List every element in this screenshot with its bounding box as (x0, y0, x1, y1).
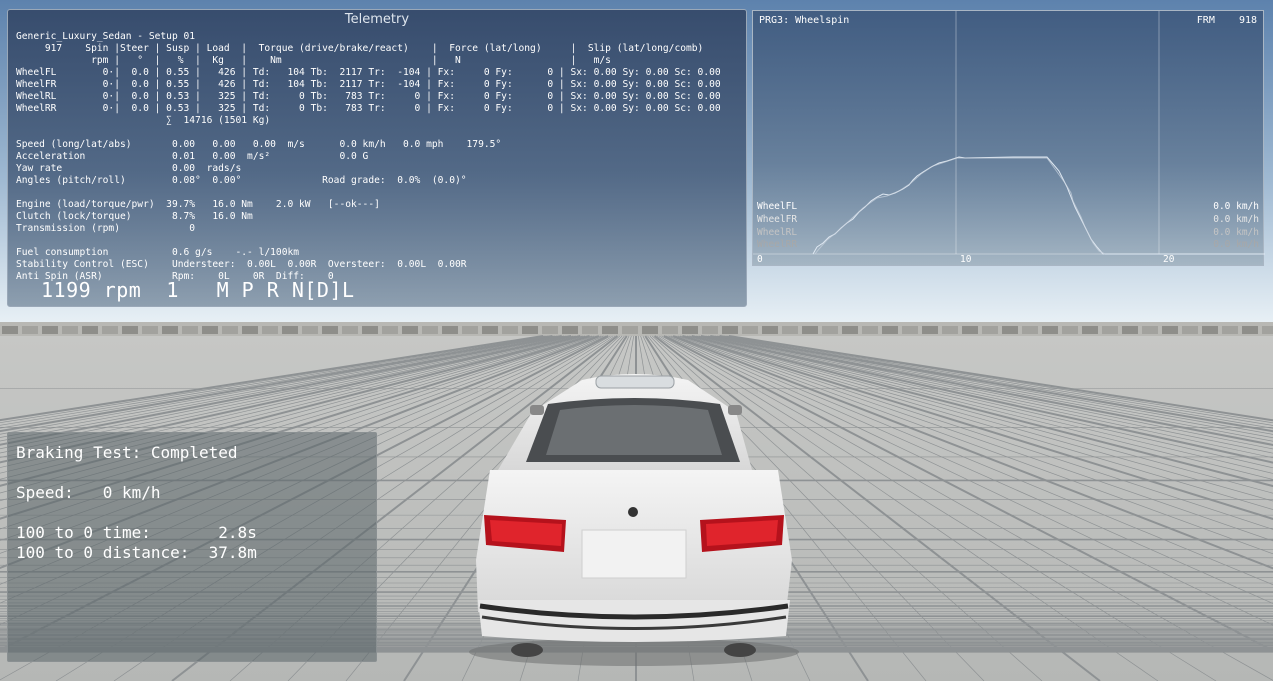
braking-speed: Speed: 0 km/h (16, 483, 161, 502)
frame-counter: FRM 918 (1196, 15, 1257, 26)
telemetry-line: Fuel consumption 0.6 g/s -.- l/100km (16, 247, 300, 258)
telemetry-title: Telemetry (344, 12, 410, 27)
x-tick-label: 20 (1163, 254, 1175, 265)
braking-test-panel: Braking Test: Completed Speed: 0 km/h 10… (7, 432, 377, 662)
wheelspin-trace (812, 156, 1265, 255)
value-wheelfr: 0.0 km/h (1213, 214, 1259, 225)
legend-wheelrl: WheelRL (757, 227, 798, 238)
braking-time: 100 to 0 time: 2.8s (16, 523, 257, 542)
graph-title: PRG3: Wheelspin (759, 15, 850, 26)
braking-distance: 100 to 0 distance: 37.8m (16, 543, 257, 562)
legend-wheelfl: WheelFL (757, 201, 798, 212)
telemetry-line: WheelRR 0·| 0.0 | 0.53 | 325 | Td: 0 Tb:… (16, 103, 721, 114)
perimeter-wall (0, 322, 1273, 336)
wheelspin-graph-panel: PRG3: Wheelspin FRM 918 WheelFL WheelFR … (752, 10, 1265, 266)
telemetry-line: Transmission (rpm) 0 (16, 223, 196, 234)
telemetry-line: Angles (pitch/roll) 0.08° 0.00° Road gra… (16, 175, 467, 186)
telemetry-line: Clutch (lock/torque) 8.7% 16.0 Nm (16, 211, 253, 222)
telemetry-line: 917 Spin |Steer | Susp | Load | Torque (… (16, 43, 704, 54)
telemetry-line: Stability Control (ESC) Understeer: 0.00… (16, 259, 467, 270)
telemetry-line: WheelFL 0·| 0.0 | 0.55 | 426 | Td: 104 T… (16, 67, 721, 78)
wheelspin-graph (753, 11, 1265, 255)
value-wheelfl: 0.0 km/h (1213, 201, 1259, 212)
braking-test-status: Braking Test: Completed (16, 443, 238, 462)
telemetry-line: Generic_Luxury_Sedan - Setup 01 (16, 31, 196, 42)
legend-wheelrr: WheelRR (757, 239, 798, 250)
x-tick-label: 0 (757, 254, 763, 265)
telemetry-panel: Telemetry Generic_Luxury_Sedan - Setup 0… (7, 9, 747, 307)
telemetry-line: WheelRL 0·| 0.0 | 0.53 | 325 | Td: 0 Tb:… (16, 91, 721, 102)
value-wheelrl: 0.0 km/h (1213, 227, 1259, 238)
telemetry-line: Speed (long/lat/abs) 0.00 0.00 0.00 m/s … (16, 139, 502, 150)
x-tick-label: 10 (960, 254, 972, 265)
telemetry-line: Acceleration 0.01 0.00 m/s² 0.0 G (16, 151, 369, 162)
telemetry-line: Yaw rate 0.00 rads/s (16, 163, 242, 174)
value-wheelrr: 0.0 km/h (1213, 239, 1259, 250)
telemetry-line: ∑ 14716 (1501 Kg) (16, 115, 271, 126)
telemetry-line: rpm | ° | % | Kg | Nm | N | m/s (16, 55, 611, 66)
legend-wheelfr: WheelFR (757, 214, 798, 225)
telemetry-line: WheelFR 0·| 0.0 | 0.55 | 426 | Td: 104 T… (16, 79, 721, 90)
telemetry-line: Engine (load/torque/pwr) 39.7% 16.0 Nm 2… (16, 199, 380, 210)
telemetry-text: Generic_Luxury_Sedan - Setup 01 917 Spin… (16, 31, 721, 283)
rpm-gear-readout: 1199 rpm 1 M P R N[D]L (41, 278, 355, 302)
